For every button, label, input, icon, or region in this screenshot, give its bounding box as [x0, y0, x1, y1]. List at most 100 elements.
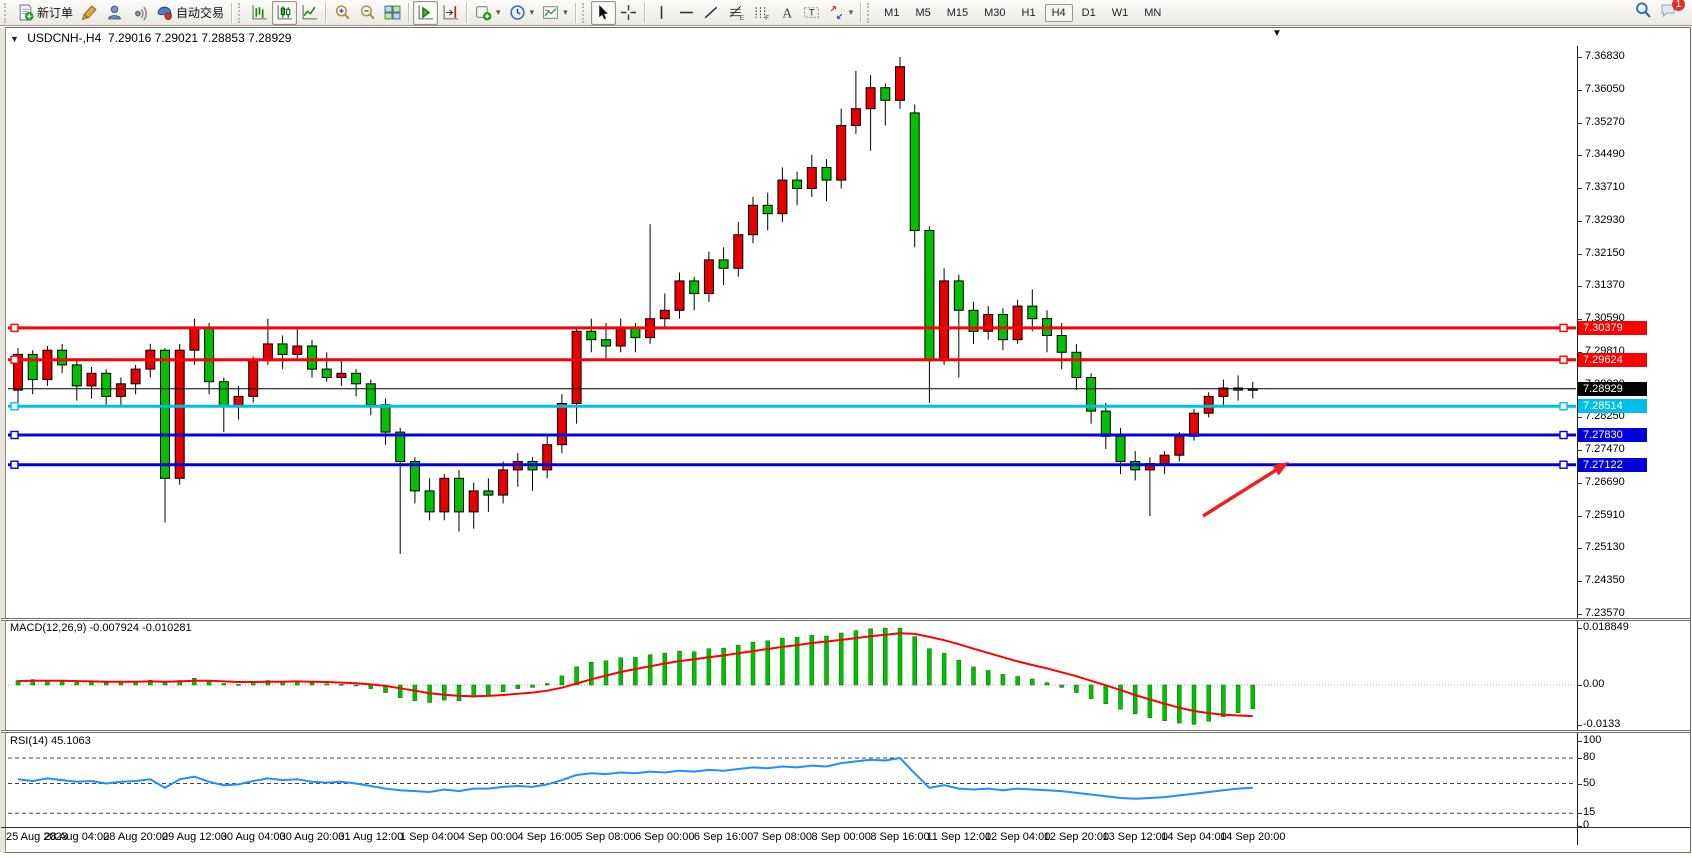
autotrading-button[interactable]: 自动交易	[152, 1, 228, 25]
timeframe-h1-button[interactable]: H1	[1015, 4, 1043, 22]
chart-collapse-icon[interactable]: ▼	[10, 34, 19, 44]
price-tick-label: 7.36050	[1585, 83, 1625, 95]
price-tick-label: 7.25130	[1585, 541, 1625, 553]
toolbar-separator	[408, 3, 410, 23]
clock-icon	[509, 4, 526, 21]
resistance-line-2-badge: 7.29624	[1578, 353, 1647, 367]
axis-tick-mark	[1577, 725, 1582, 726]
vline-button[interactable]	[649, 1, 674, 25]
timeframe-w1-button[interactable]: W1	[1105, 4, 1136, 22]
time-axis-label: 13 Sep 12:00	[1102, 831, 1167, 843]
vertical-line-icon	[653, 4, 670, 21]
timeframe-mn-button[interactable]: MN	[1137, 4, 1168, 22]
axis-tick-mark	[1577, 614, 1582, 615]
rsi-tick-label: 100	[1583, 734, 1601, 746]
chat-button[interactable]: 1	[1660, 2, 1678, 23]
label-button[interactable]: T	[799, 1, 824, 25]
timeframe-h4-button[interactable]: H4	[1045, 4, 1073, 22]
time-axis-label: 29 Aug 12:00	[162, 831, 227, 843]
text-button[interactable]: A	[774, 1, 799, 25]
chart-shift-button[interactable]	[438, 1, 463, 25]
periods-button[interactable]: ▾	[505, 1, 539, 25]
timeframe-m15-button[interactable]: M15	[940, 4, 975, 22]
candlestick-icon	[276, 4, 293, 21]
profile-button[interactable]	[102, 1, 127, 25]
toolbar-separator	[466, 3, 468, 23]
time-axis-label: 7 Sep 08:00	[753, 831, 812, 843]
axis-tick-mark	[1577, 548, 1582, 549]
mt4-window: 新订单 自动交易 ▾ ▾ ▾ E FAT ▾ M1M5M15M30H1H4D1W1MN 1 ▼ U…	[0, 0, 1692, 857]
time-axis-label: 11 Sep 12:00	[926, 831, 991, 843]
line-button[interactable]	[297, 1, 322, 25]
svg-text:F: F	[765, 15, 769, 21]
axis-tick-mark	[1577, 155, 1582, 156]
time-axis-label: 4 Sep 00:00	[459, 831, 518, 843]
rsi-label: RSI(14) 45.1063	[10, 735, 91, 747]
time-axis-label: 6 Sep 16:00	[694, 831, 753, 843]
tile-windows-button[interactable]	[380, 1, 405, 25]
zoom-out-button[interactable]	[355, 1, 380, 25]
search-button[interactable]	[1634, 1, 1652, 24]
price-tick-label: 7.25910	[1585, 509, 1625, 521]
price-tick-label: 7.32150	[1585, 247, 1625, 259]
axis-tick-mark	[1577, 417, 1582, 418]
zoom-in-button[interactable]	[330, 1, 355, 25]
axis-tick-mark	[1577, 221, 1582, 222]
auto-scroll-icon	[417, 4, 434, 21]
fibonacci-button[interactable]: E	[724, 1, 749, 25]
pane-separator-macd[interactable]	[1, 618, 1690, 621]
chevron-down-icon[interactable]: ▾	[849, 7, 854, 18]
main-toolbar: 新订单 自动交易 ▾ ▾ ▾ E FAT ▾ M1M5M15M30H1H4D1W1MN 1	[0, 0, 1692, 26]
chart-title-bar: ▼ USDCNH-,H4 7.29016 7.29021 7.28853 7.2…	[10, 31, 291, 45]
axis-tick-mark	[1577, 516, 1582, 517]
cycle-lines-button[interactable]: F	[749, 1, 774, 25]
toolbar-grip	[582, 3, 588, 23]
line-chart-icon	[301, 4, 318, 21]
crosshair-icon	[620, 4, 637, 21]
style-button[interactable]	[77, 1, 102, 25]
axis-tick-mark	[1577, 286, 1582, 287]
new-order-button-label: 新订单	[37, 4, 73, 21]
new-order-button[interactable]: 新订单	[13, 1, 77, 25]
cursor-button[interactable]	[591, 1, 616, 25]
templates-button[interactable]: ▾	[538, 1, 572, 25]
price-tick-label: 7.36830	[1585, 50, 1625, 62]
toolbar-grip	[4, 3, 10, 23]
autotrade-icon	[156, 4, 173, 21]
toolbar-grip	[867, 3, 873, 23]
time-axis-separator	[1, 827, 1690, 828]
axis-tick-mark	[1577, 57, 1582, 58]
chevron-down-icon[interactable]: ▾	[563, 7, 568, 18]
arrows-button[interactable]: ▾	[824, 1, 858, 25]
macd-tick-label: -0.0133	[1583, 718, 1620, 730]
time-axis-label: 30 Aug 20:00	[280, 831, 345, 843]
broadcast-button[interactable]	[127, 1, 152, 25]
templates-icon	[542, 4, 559, 21]
timeframe-d1-button[interactable]: D1	[1075, 4, 1103, 22]
zoom-out-icon	[359, 4, 376, 21]
timeframe-m1-button[interactable]: M1	[877, 4, 906, 22]
trendline-button[interactable]	[699, 1, 724, 25]
chevron-down-icon[interactable]: ▾	[496, 7, 501, 18]
pane-separator-rsi[interactable]	[1, 730, 1690, 733]
axis-tick-mark	[1577, 784, 1582, 785]
time-axis-label: 5 Sep 08:00	[576, 831, 635, 843]
axis-tick-mark	[1577, 826, 1582, 827]
axis-tick-mark	[1577, 758, 1582, 759]
crosshair-button[interactable]	[616, 1, 641, 25]
timeframe-m5-button[interactable]: M5	[908, 4, 937, 22]
price-tick-label: 7.32930	[1585, 214, 1625, 226]
hline-button[interactable]	[674, 1, 699, 25]
chevron-down-icon[interactable]: ▾	[530, 7, 535, 18]
indicators-button[interactable]: ▾	[471, 1, 505, 25]
candles-button[interactable]	[272, 1, 297, 25]
support-line-blue-2-badge: 7.27122	[1578, 458, 1647, 472]
macd-tick-label: 0.018849	[1583, 621, 1629, 633]
chart-ohlc-values: 7.29016 7.29021 7.28853 7.28929	[108, 31, 292, 45]
time-axis-label: 6 Sep 00:00	[635, 831, 694, 843]
trendline-icon	[703, 4, 720, 21]
timeframe-m30-button[interactable]: M30	[977, 4, 1012, 22]
bars-button[interactable]	[247, 1, 272, 25]
toolbar-grip	[238, 3, 244, 23]
auto-scroll-button[interactable]	[413, 1, 438, 25]
